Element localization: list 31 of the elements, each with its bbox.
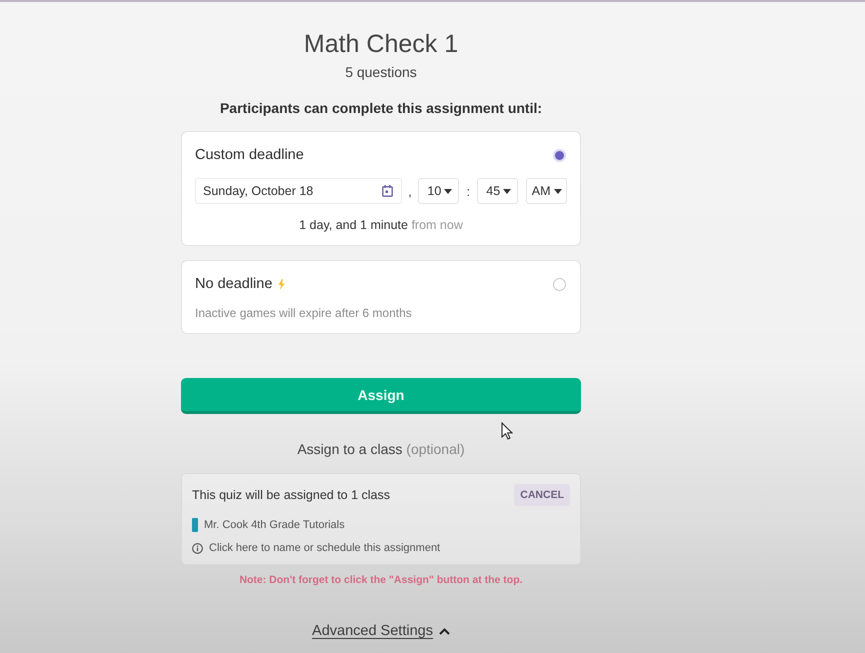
date-separator: , (407, 184, 413, 198)
schedule-link[interactable]: Click here to name or schedule this assignment (209, 541, 440, 555)
custom-deadline-card[interactable]: Custom deadline Sunday, October 18 , 10 : 45 AM 1 day, and 1 minute from now (181, 131, 581, 246)
radio-button[interactable] (553, 148, 566, 162)
no-deadline-card[interactable]: No deadline Inactive games will expire after 6 months (181, 260, 581, 334)
option-label: No deadline (195, 276, 272, 292)
question-count: 5 questions (345, 63, 417, 81)
hour-dropdown[interactable]: 10 (418, 178, 460, 204)
advanced-settings-link[interactable]: Advanced Settings (312, 623, 450, 639)
deadline-prompt: Participants can complete this assignment until: (220, 99, 542, 117)
assign-class-heading: Assign to a class (optional) (297, 440, 465, 458)
minute-dropdown[interactable]: 45 (477, 178, 518, 204)
caret-icon (503, 188, 512, 194)
quiz-title: Math Check 1 (304, 29, 458, 59)
period-dropdown[interactable]: AM (526, 178, 568, 204)
reminder-note: Note: Don't forget to click the "Assign" button at the top. (239, 573, 523, 587)
mouse-pointer-icon (501, 422, 513, 440)
lightning-icon (278, 278, 286, 290)
calendar-icon (382, 185, 393, 197)
cancel-button[interactable]: CANCEL (514, 484, 570, 506)
time-remaining-text: 1 day, and 1 minute from now (298, 217, 464, 233)
option-label: Custom deadline (195, 147, 304, 163)
time-separator: : (466, 184, 472, 198)
date-field[interactable]: Sunday, October 18 (195, 178, 402, 204)
caret-icon (444, 188, 452, 194)
class-name: Mr. Cook 4th Grade Tutorials (204, 518, 345, 532)
caret-icon (554, 188, 562, 194)
radio-button[interactable] (553, 278, 566, 290)
info-icon (192, 542, 203, 554)
expiry-note: Inactive games will expire after 6 months (195, 305, 413, 321)
class-card-title: This quiz will be assigned to 1 class (192, 488, 390, 502)
